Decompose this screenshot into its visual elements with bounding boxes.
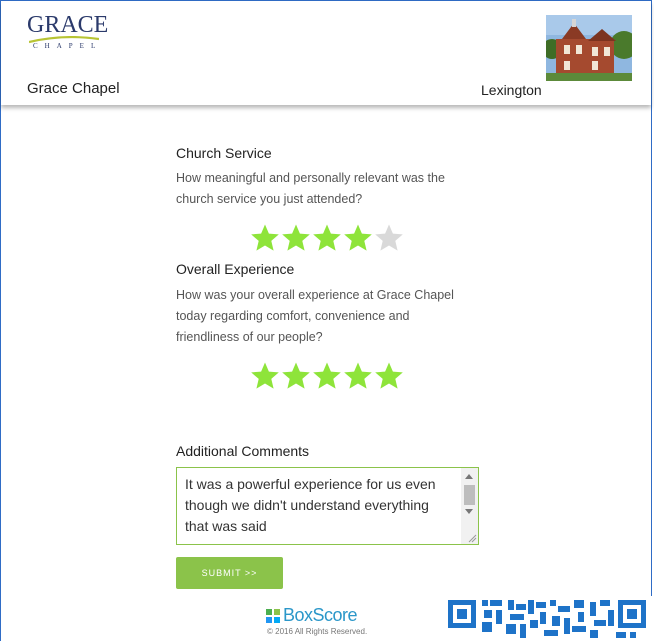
question-text-church-service: How meaningful and personally relevant w… [176, 171, 445, 206]
qr-code-icon [444, 596, 654, 641]
star-rating-church-service[interactable] [250, 223, 404, 253]
scroll-up-icon[interactable] [465, 474, 473, 479]
comments-textarea[interactable]: It was a powerful experience for us even… [176, 467, 479, 545]
scroll-down-icon[interactable] [465, 509, 473, 514]
comments-value: It was a powerful experience for us even… [185, 476, 436, 534]
star-icon[interactable] [312, 361, 342, 391]
resize-handle-icon[interactable] [467, 533, 477, 543]
location-label: Lexington [481, 82, 542, 98]
question-title-church-service: Church Service [176, 145, 272, 161]
star-icon[interactable] [250, 361, 280, 391]
copyright-text: © 2016 All Rights Reserved. [267, 627, 368, 636]
church-photo [546, 15, 632, 81]
grace-chapel-logo: GRACE CHAPEL [27, 13, 117, 57]
star-icon[interactable] [281, 361, 311, 391]
star-icon[interactable] [374, 361, 404, 391]
star-icon[interactable] [312, 223, 342, 253]
boxscore-logo: BoxScore [266, 605, 358, 626]
star-icon[interactable] [343, 223, 373, 253]
star-icon[interactable] [374, 223, 404, 253]
logo-subtitle: CHAPEL [33, 42, 103, 50]
boxscore-squares-icon [266, 608, 280, 623]
scroll-thumb[interactable] [464, 485, 475, 505]
comments-title: Additional Comments [176, 443, 310, 459]
star-icon[interactable] [250, 223, 280, 253]
submit-button[interactable]: SUBMIT >> [176, 557, 283, 589]
star-rating-overall-experience[interactable] [250, 361, 404, 391]
question-text-overall-experience: How was your overall experience at Grace… [176, 288, 454, 344]
question-title-overall-experience: Overall Experience [176, 261, 295, 277]
boxscore-brand: BoxScore [283, 605, 358, 625]
star-icon[interactable] [281, 223, 311, 253]
header: GRACE CHAPEL Grace Chapel Lexington [1, 1, 651, 105]
logo-word: GRACE [27, 12, 109, 38]
star-icon[interactable] [343, 361, 373, 391]
church-name: Grace Chapel [27, 80, 120, 97]
